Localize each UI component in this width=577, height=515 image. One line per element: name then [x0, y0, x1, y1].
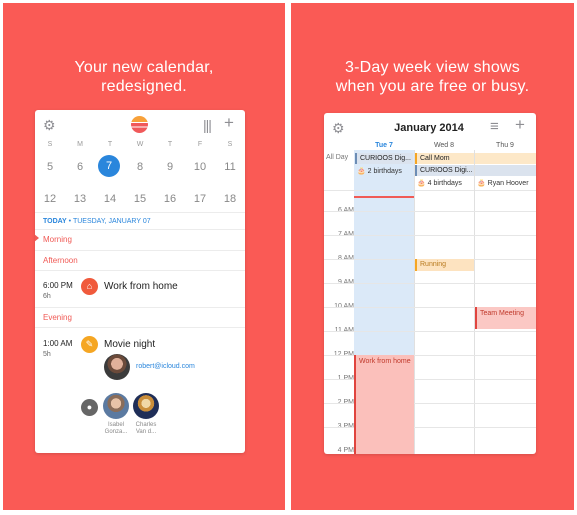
event-title: Work from home	[104, 281, 178, 292]
attendee-avatar[interactable]	[103, 393, 129, 419]
section-morning: Morning	[43, 235, 72, 244]
event-running[interactable]: Running	[415, 259, 474, 271]
menu-icon[interactable]: ≡	[490, 119, 499, 134]
all-day-label: All Day	[326, 154, 349, 161]
section-afternoon: Afternoon	[43, 256, 78, 265]
agenda-card: ⚙ ||| + S M T W T F S 5 6 7 8 9 10 11 12…	[35, 110, 245, 453]
ticket-icon: ✎	[81, 336, 98, 353]
current-time-marker	[35, 234, 39, 242]
calendar-day[interactable]: 8	[125, 161, 155, 173]
event-duration: 5h	[43, 351, 51, 358]
birthdays-tue[interactable]: 🎂 2 birthdays	[357, 167, 402, 175]
gift-icon: 🎂	[417, 180, 426, 187]
hour-line	[324, 283, 536, 284]
today-label: TODAY	[43, 218, 67, 225]
section-evening: Evening	[43, 313, 72, 322]
headline-line-1: 3-Day week view shows	[345, 59, 520, 76]
group-icon: ●	[81, 399, 98, 416]
current-time-line	[354, 196, 414, 198]
weekday-label: S	[47, 141, 53, 148]
calendar-day-selected[interactable]: 7	[98, 155, 120, 177]
all-day-event[interactable]: Call Mom	[415, 153, 536, 164]
divider	[35, 250, 245, 251]
gift-icon: 🎂	[477, 180, 486, 187]
weekday-label: M	[77, 141, 83, 148]
event-time: 6:00 PM	[43, 281, 73, 290]
hour-line	[324, 331, 536, 332]
calendar-day[interactable]: 14	[95, 193, 125, 205]
attendee-avatar[interactable]	[104, 354, 130, 380]
month-title[interactable]: January 2014	[364, 122, 494, 134]
calendar-day[interactable]: 16	[155, 193, 185, 205]
attendee-name: Isabel Gonza...	[104, 422, 128, 435]
calendar-day[interactable]: 11	[215, 161, 245, 173]
add-icon[interactable]: +	[224, 114, 234, 131]
divider	[35, 212, 245, 213]
day-header-selected[interactable]: Tue 7	[354, 142, 414, 149]
divider	[35, 270, 245, 271]
home-icon: ⌂	[81, 278, 98, 295]
day-header[interactable]: Thu 9	[474, 142, 536, 149]
birthday-thu[interactable]: 🎂 Ryan Hoover	[477, 179, 529, 187]
birthday-label: Ryan Hoover	[487, 180, 529, 187]
headline-line-2: when you are free or busy.	[335, 78, 530, 95]
view-toggle-icon[interactable]: |||	[203, 118, 212, 132]
attendee-name: Charles Van d...	[135, 422, 157, 435]
weekday-label: T	[107, 141, 113, 148]
weekday-label: W	[136, 141, 144, 148]
headline-line-2: redesigned.	[101, 78, 187, 95]
day-header[interactable]: Wed 8	[414, 142, 474, 149]
column-divider	[414, 150, 415, 454]
gear-icon[interactable]: ⚙	[43, 118, 56, 132]
calendar-day[interactable]: 18	[215, 193, 245, 205]
calendar-day[interactable]: 17	[185, 193, 215, 205]
divider	[35, 229, 245, 230]
weekday-label: T	[167, 141, 173, 148]
birthdays-wed[interactable]: 🎂 4 birthdays	[417, 179, 462, 187]
calendar-day[interactable]: 6	[65, 161, 95, 173]
today-date: • TUESDAY, JANUARY 07	[66, 218, 151, 225]
divider	[35, 307, 245, 308]
gear-icon[interactable]: ⚙	[332, 121, 345, 135]
divider	[324, 190, 536, 191]
event-time: 1:00 AM	[43, 339, 73, 348]
hour-line	[324, 235, 536, 236]
event-title: Movie night	[104, 339, 156, 350]
weekday-label: S	[227, 141, 233, 148]
gift-icon: 🎂	[357, 168, 366, 175]
week-view-card: ⚙ January 2014 ≡ + Tue 7 Wed 8 Thu 9 All…	[324, 113, 536, 454]
event-team-meeting[interactable]: Team Meeting	[475, 307, 536, 329]
calendar-day[interactable]: 15	[125, 193, 155, 205]
attendee-email[interactable]: robert@icloud.com	[136, 363, 195, 370]
birthday-label: 4 birthdays	[427, 180, 462, 187]
headline-line-1: Your new calendar,	[74, 59, 214, 76]
calendar-day[interactable]: 10	[185, 161, 215, 173]
attendee-avatar[interactable]	[133, 393, 159, 419]
toolbar: ⚙ ||| +	[35, 110, 245, 138]
calendar-day[interactable]: 5	[35, 161, 65, 173]
weather-sunset-icon[interactable]	[131, 116, 148, 133]
calendar-day[interactable]: 9	[155, 161, 185, 173]
all-day-event[interactable]: CURIOOS Digi...	[415, 165, 536, 176]
calendar-day[interactable]: 13	[65, 193, 95, 205]
hour-label: 4 PM	[337, 447, 354, 454]
column-divider	[474, 150, 475, 454]
add-icon[interactable]: +	[515, 116, 525, 133]
weekday-label: F	[197, 141, 203, 148]
event-work-from-home[interactable]: Work from home	[354, 355, 414, 454]
divider	[35, 327, 245, 328]
hour-line	[324, 211, 536, 212]
calendar-day[interactable]: 12	[35, 193, 65, 205]
birthday-label: 2 birthdays	[367, 168, 402, 175]
date-header: TODAY • TUESDAY, JANUARY 07	[43, 218, 151, 225]
all-day-event[interactable]: CURIOOS Dig...	[355, 153, 413, 164]
event-duration: 6h	[43, 293, 51, 300]
